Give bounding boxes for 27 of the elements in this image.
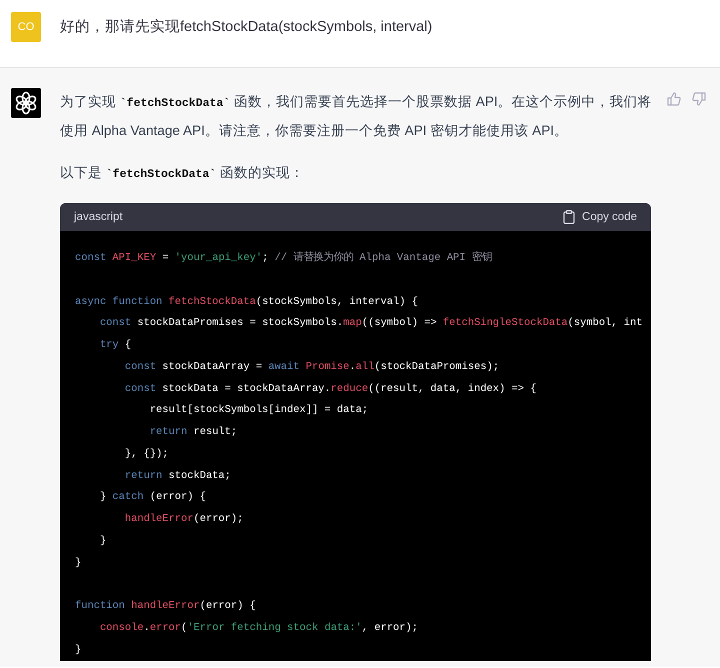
- code-line: function handleError(error) {: [75, 599, 257, 614]
- code-line: result[stockSymbols[index]] = data;: [148, 403, 370, 418]
- code-line: try {: [98, 338, 132, 353]
- thumbs-down-icon[interactable]: [692, 92, 706, 106]
- reply-paragraph: 以下是 `fetchStockData` 函数的实现：: [60, 164, 305, 183]
- code-line: }: [75, 556, 82, 570]
- code-line: handleError(error);: [124, 512, 244, 527]
- code-line: }: [75, 642, 82, 658]
- code-line: async function fetchStockData(stockSymbols, interval) {: [75, 294, 419, 310]
- code-line: console.error('Error fetching stock data:', error);: [98, 620, 419, 636]
- user-avatar: CO: [11, 12, 41, 42]
- code-line: const API_KEY = 'your_api_key'; // 请替换为你的 Alpha Vantage API 密钥: [75, 250, 493, 266]
- code-line: return result;: [148, 425, 238, 440]
- user-message: 好的，那请先实现fetchStockData(stockSymbols, interval): [60, 18, 432, 36]
- code-line: }: [98, 534, 108, 549]
- code-line: }, {});: [124, 446, 170, 462]
- thumbs-up-icon[interactable]: [667, 92, 681, 106]
- language-label: javascript: [74, 211, 123, 223]
- reply-paragraph: 为了实现 `fetchStockData` 函数，我们需要首先选择一个股票数据 API。在这个示例中，我们将使用 Alpha Vantage API。请注意，你需要注册一个免费 API 密钥才能使用该 API。: [60, 93, 653, 140]
- clipboard-icon: [563, 210, 576, 224]
- code-line: const stockDataArray = await Promise.all(stockDataPromises);: [124, 360, 500, 375]
- code-line: const stockData = stockDataArray.reduce((result, data, index) => {: [124, 382, 538, 396]
- flower-icon: [11, 88, 41, 118]
- code-line: const stockDataPromises = stockSymbols.map((symbol) => fetchSingleStockData(symbol, int: [98, 316, 644, 332]
- code-line: return stockData;: [124, 468, 232, 484]
- copy-code-button[interactable]: Copy code: [563, 210, 637, 224]
- code-line: } catch (error) {: [98, 490, 207, 506]
